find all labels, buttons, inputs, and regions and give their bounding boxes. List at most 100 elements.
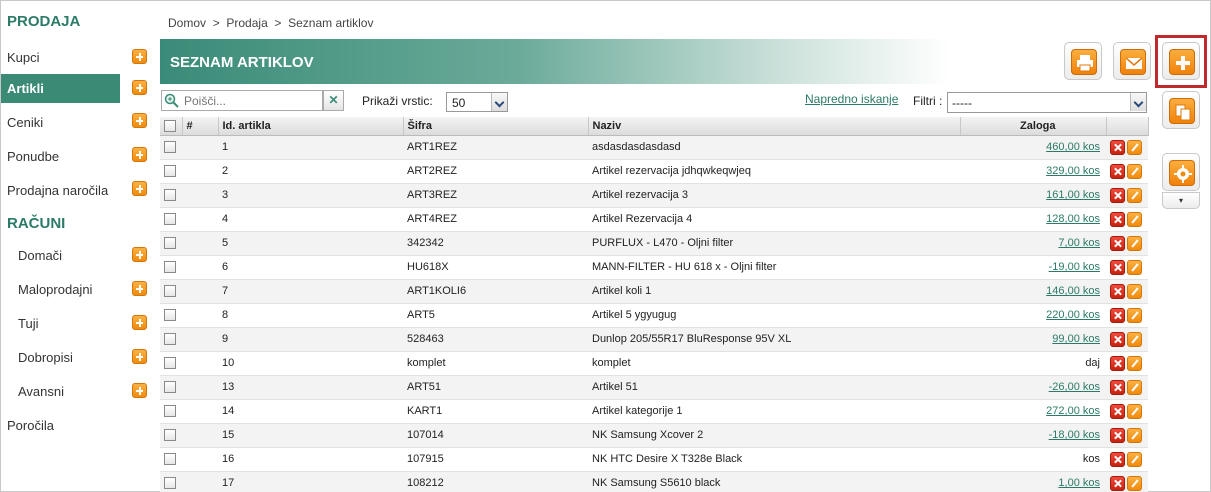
row-select-cell[interactable]	[160, 255, 182, 280]
stock-link[interactable]: -18,00 kos	[1049, 429, 1100, 441]
stock-link[interactable]: 146,00 kos	[1046, 285, 1100, 297]
edit-icon[interactable]	[1127, 235, 1142, 251]
clear-search-button[interactable]: ✕	[323, 90, 344, 111]
edit-icon[interactable]	[1127, 379, 1142, 395]
row-select-cell[interactable]	[160, 327, 182, 352]
table-row[interactable]: 4 ART4REZ Artikel Rezervacija 4 128,00 kos	[160, 207, 1148, 232]
delete-icon[interactable]	[1110, 163, 1125, 179]
sidebar-item-prodajna-narocila[interactable]: Prodajna naročila	[1, 175, 149, 205]
row-select-cell[interactable]	[160, 471, 182, 492]
row-select-cell[interactable]	[160, 183, 182, 208]
stock-link[interactable]: 329,00 kos	[1046, 165, 1100, 177]
edit-icon[interactable]	[1127, 475, 1142, 491]
delete-icon[interactable]	[1110, 211, 1125, 227]
stock-link[interactable]: 7,00 kos	[1058, 237, 1100, 249]
stock-link[interactable]: 99,00 kos	[1052, 333, 1100, 345]
row-select-cell[interactable]	[160, 447, 182, 472]
sidebar-item-tuji[interactable]: Tuji	[1, 308, 149, 338]
add-domaci-plus-icon[interactable]	[132, 247, 147, 262]
edit-icon[interactable]	[1127, 307, 1142, 323]
table-row[interactable]: 10 komplet komplet daj	[160, 351, 1148, 376]
select-all-header[interactable]	[160, 117, 183, 136]
advanced-search-link[interactable]: Napredno iskanje	[805, 92, 898, 106]
table-row[interactable]: 6 HU618X MANN-FILTER - HU 618 x - Oljni fi…	[160, 255, 1148, 280]
edit-icon[interactable]	[1127, 139, 1142, 155]
column-header-id[interactable]: Id. artikla	[218, 117, 404, 136]
row-checkbox[interactable]	[164, 477, 176, 490]
print-button[interactable]	[1064, 42, 1102, 80]
add-dobropisi-plus-icon[interactable]	[132, 349, 147, 364]
row-checkbox[interactable]	[164, 453, 176, 466]
row-select-cell[interactable]	[160, 375, 182, 400]
row-checkbox[interactable]	[164, 165, 176, 178]
table-row[interactable]: 15 107014 NK Samsung Xcover 2 -18,00 kos	[160, 423, 1148, 448]
add-ponudbe-plus-icon[interactable]	[132, 147, 147, 162]
row-select-cell[interactable]	[160, 303, 182, 328]
column-header-code[interactable]: Šifra	[403, 117, 589, 136]
row-checkbox[interactable]	[164, 333, 176, 346]
edit-icon[interactable]	[1127, 259, 1142, 275]
delete-icon[interactable]	[1110, 427, 1125, 443]
sidebar-item-dobropisi[interactable]: Dobropisi	[1, 342, 149, 372]
delete-icon[interactable]	[1110, 451, 1125, 467]
select-all-checkbox[interactable]	[164, 119, 176, 132]
row-select-cell[interactable]	[160, 231, 182, 256]
table-row[interactable]: 8 ART5 Artikel 5 ygyugug 220,00 kos	[160, 303, 1148, 328]
edit-icon[interactable]	[1127, 355, 1142, 371]
row-select-cell[interactable]	[160, 135, 182, 160]
rows-per-page-select[interactable]: 50	[446, 92, 508, 112]
row-checkbox[interactable]	[164, 405, 176, 418]
delete-icon[interactable]	[1110, 283, 1125, 299]
add-prodajna-narocila-plus-icon[interactable]	[132, 181, 147, 196]
row-select-cell[interactable]	[160, 351, 182, 376]
delete-icon[interactable]	[1110, 235, 1125, 251]
sidebar-item-artikli[interactable]: Artikli	[1, 74, 120, 103]
settings-dropdown-toggle[interactable]: ▾	[1162, 192, 1200, 209]
add-artikli-plus-icon[interactable]	[132, 80, 147, 95]
table-row[interactable]: 7 ART1KOLI6 Artikel koli 1 146,00 kos	[160, 279, 1148, 304]
add-kupci-plus-icon[interactable]	[132, 49, 147, 64]
stock-link[interactable]: 460,00 kos	[1046, 141, 1100, 153]
add-ceniki-plus-icon[interactable]	[132, 113, 147, 128]
sidebar-item-avansni[interactable]: Avansni	[1, 376, 149, 406]
delete-icon[interactable]	[1110, 379, 1125, 395]
row-select-cell[interactable]	[160, 279, 182, 304]
table-row[interactable]: 16 107915 NK HTC Desire X T328e Black kos	[160, 447, 1148, 472]
row-checkbox[interactable]	[164, 261, 176, 274]
row-checkbox[interactable]	[164, 189, 176, 202]
row-select-cell[interactable]	[160, 399, 182, 424]
sidebar-item-kupci[interactable]: Kupci	[1, 42, 149, 72]
add-avansni-plus-icon[interactable]	[132, 383, 147, 398]
stock-link[interactable]: 128,00 kos	[1046, 213, 1100, 225]
edit-icon[interactable]	[1127, 211, 1142, 227]
table-row[interactable]: 9 528463 Dunlop 205/55R17 BluResponse 95V …	[160, 327, 1148, 352]
stock-link[interactable]: 1,00 kos	[1058, 477, 1100, 489]
delete-icon[interactable]	[1110, 139, 1125, 155]
delete-icon[interactable]	[1110, 403, 1125, 419]
delete-icon[interactable]	[1110, 307, 1125, 323]
edit-icon[interactable]	[1127, 427, 1142, 443]
edit-icon[interactable]	[1127, 451, 1142, 467]
table-row[interactable]: 14 KART1 Artikel kategorije 1 272,00 kos	[160, 399, 1148, 424]
row-select-cell[interactable]	[160, 159, 182, 184]
add-tuji-plus-icon[interactable]	[132, 315, 147, 330]
column-header-number[interactable]: #	[182, 117, 219, 136]
copy-button[interactable]	[1162, 91, 1200, 129]
filter-select[interactable]: -----	[947, 92, 1147, 113]
table-row[interactable]: 5 342342 PURFLUX - L470 - Oljni filter 7,00…	[160, 231, 1148, 256]
email-button[interactable]	[1113, 42, 1151, 80]
delete-icon[interactable]	[1110, 259, 1125, 275]
delete-icon[interactable]	[1110, 475, 1125, 491]
stock-link[interactable]: 272,00 kos	[1046, 405, 1100, 417]
row-select-cell[interactable]	[160, 423, 182, 448]
row-checkbox[interactable]	[164, 309, 176, 322]
column-header-stock[interactable]: Zaloga	[960, 117, 1107, 136]
sidebar-item-maloprodajni[interactable]: Maloprodajni	[1, 274, 149, 304]
add-article-button[interactable]	[1162, 42, 1200, 80]
edit-icon[interactable]	[1127, 163, 1142, 179]
add-maloprodajni-plus-icon[interactable]	[132, 281, 147, 296]
row-checkbox[interactable]	[164, 213, 176, 226]
stock-link[interactable]: 161,00 kos	[1046, 189, 1100, 201]
column-header-name[interactable]: Naziv	[588, 117, 961, 136]
table-row[interactable]: 17 108212 NK Samsung S5610 black 1,00 kos	[160, 471, 1148, 492]
